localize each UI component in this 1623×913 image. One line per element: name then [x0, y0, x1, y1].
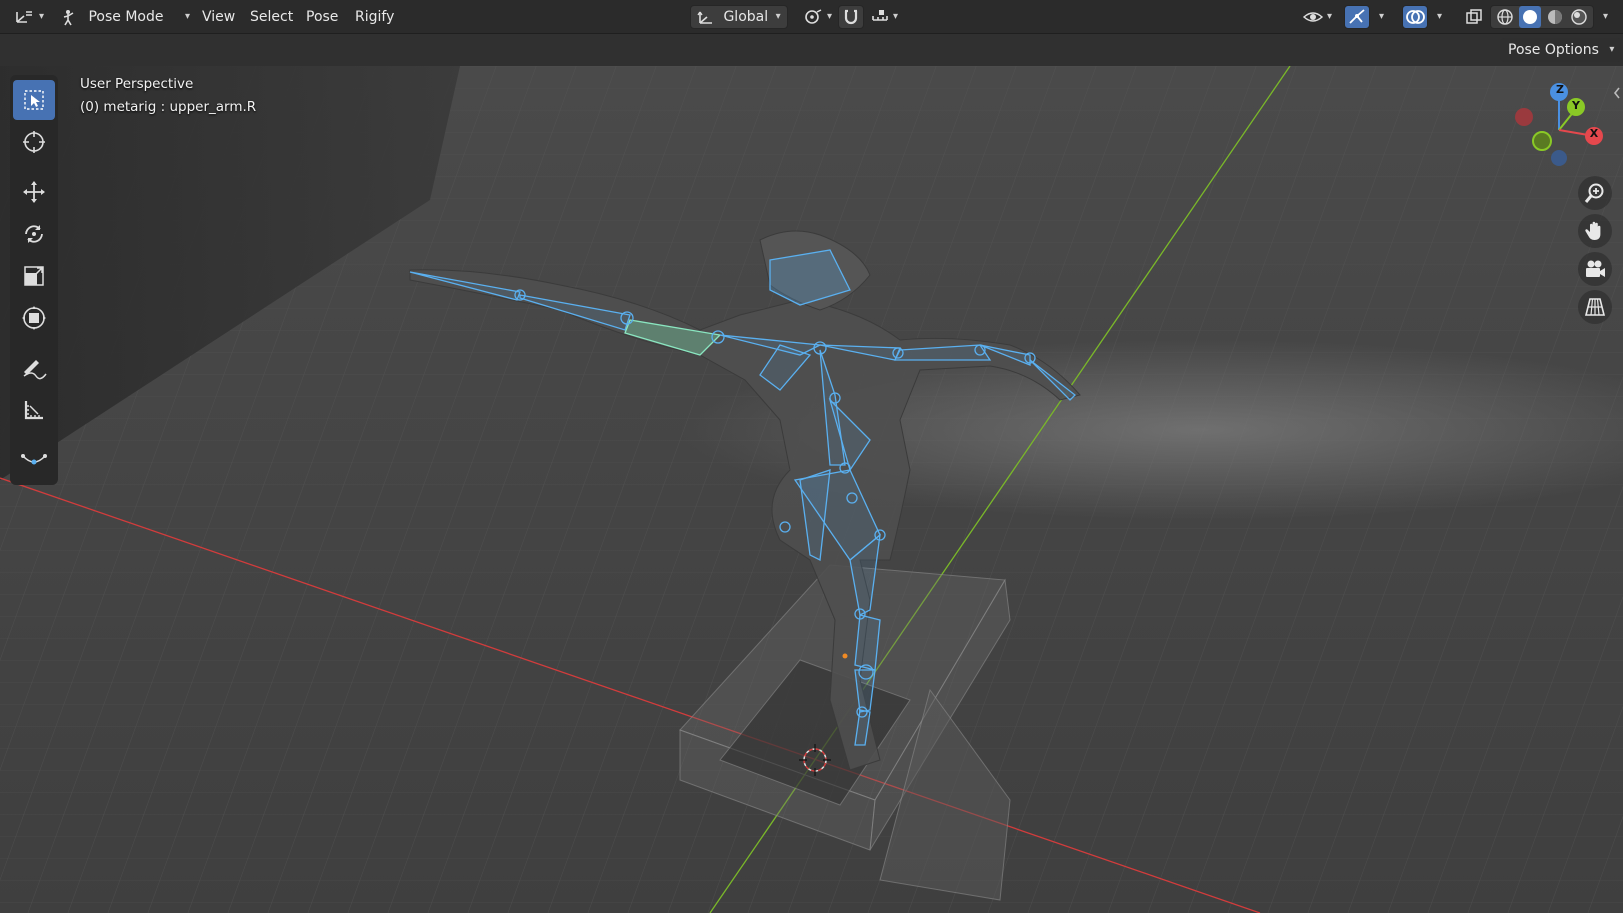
gizmo-z-label: Z: [1556, 83, 1564, 96]
menu-rigify[interactable]: Rigify: [349, 5, 400, 29]
overlay-toggle[interactable]: [1402, 5, 1428, 29]
wireframe-shading-icon[interactable]: [1495, 7, 1515, 27]
shading-dropdown[interactable]: ▾: [1594, 5, 1614, 29]
mode-label: Pose Mode: [88, 9, 164, 25]
shading-mode-group: [1490, 5, 1594, 29]
gizmo-neg-y[interactable]: [1532, 131, 1552, 151]
gizmo-neg-z[interactable]: [1551, 150, 1567, 166]
tool-scale[interactable]: [13, 256, 55, 296]
move-icon: [23, 181, 45, 203]
tool-cursor[interactable]: [13, 122, 55, 162]
view-name: User Perspective: [80, 76, 194, 92]
tool-annotate[interactable]: [13, 348, 55, 388]
eye-icon: [1302, 12, 1324, 22]
sidebar-toggle[interactable]: [1612, 86, 1622, 100]
snap-increment-icon: [872, 10, 888, 21]
pivot-point-icon: [805, 9, 822, 24]
active-object-label: (0) metarig : upper_arm.R: [80, 99, 257, 115]
orientation-gizmo-icon: [16, 11, 32, 23]
pose-options-dropdown[interactable]: Pose Options ▾: [1500, 38, 1623, 62]
tool-rotate[interactable]: [13, 214, 55, 254]
perspective-grid-icon: [1584, 298, 1606, 316]
pan-button[interactable]: [1578, 214, 1612, 248]
3d-viewport[interactable]: User Perspective (0) metarig : upper_arm…: [0, 66, 1623, 913]
camera-view-button[interactable]: [1578, 252, 1612, 286]
object-origin: [842, 653, 848, 659]
snap-toggle[interactable]: [838, 5, 864, 29]
menu-pose[interactable]: Pose: [300, 5, 344, 29]
transform-orientation-label: Global: [723, 9, 769, 25]
menu-select[interactable]: Select: [244, 5, 299, 29]
tool-move[interactable]: [13, 172, 55, 212]
pivot-point-button[interactable]: ▾: [798, 5, 838, 29]
transform-icon: [22, 306, 46, 330]
armature-pose-icon: [63, 10, 74, 26]
camera-icon: [1586, 260, 1605, 277]
scale-icon: [24, 266, 44, 286]
tool-measure[interactable]: [13, 390, 55, 430]
transform-orientation-icon: [697, 11, 712, 24]
overlay-dropdown[interactable]: ▾: [1428, 5, 1448, 29]
visibility-button[interactable]: ▾: [1296, 5, 1338, 29]
chevron-left-icon: [1613, 87, 1620, 99]
viewport-header: ▾ Pose Mode ▾ View Select Pose Rigify Gl…: [0, 0, 1623, 34]
tool-select-box[interactable]: [13, 80, 55, 120]
rotate-icon: [25, 225, 43, 243]
transform-orientation-selector[interactable]: Global ▾: [690, 5, 788, 29]
gizmo-toggle-icon: [1349, 9, 1365, 24]
rendered-shading-icon[interactable]: [1569, 7, 1589, 27]
solid-shading-button[interactable]: [1519, 6, 1541, 28]
tool-relax-pose[interactable]: [13, 440, 55, 480]
pan-hand-icon: [1585, 221, 1601, 240]
mode-selector[interactable]: Pose Mode ▾: [56, 5, 192, 29]
editor-type-button[interactable]: ▾: [8, 5, 50, 29]
zoom-button[interactable]: [1578, 176, 1612, 210]
gizmo-y-label: Y: [1572, 99, 1580, 112]
tool-shelf: [10, 75, 58, 485]
menu-view[interactable]: View: [196, 5, 241, 29]
tool-settings-bar: X Pose Options ▾: [0, 34, 1623, 95]
cursor-icon: [23, 131, 45, 153]
xray-toggle[interactable]: [1458, 5, 1490, 29]
relax-pose-icon: [21, 454, 47, 465]
viewport-scene: [0, 66, 1623, 913]
overlay-icon: [1406, 10, 1425, 24]
gizmo-dropdown[interactable]: ▾: [1370, 5, 1390, 29]
gizmo-x-label: X: [1589, 127, 1599, 140]
gizmo-neg-x[interactable]: [1515, 108, 1533, 126]
material-preview-icon[interactable]: [1545, 7, 1565, 27]
annotate-icon: [23, 360, 47, 380]
select-box-icon: [24, 90, 44, 110]
solid-shading-icon: [1523, 10, 1537, 24]
measure-icon: [24, 401, 43, 420]
snap-magnet-icon: [844, 9, 858, 25]
xray-toggle-icon: [1466, 9, 1482, 24]
tool-transform[interactable]: [13, 298, 55, 338]
pose-options-label: Pose Options: [1508, 42, 1599, 58]
gizmo-toggle[interactable]: [1344, 5, 1370, 29]
zoom-icon: [1584, 183, 1604, 203]
perspective-toggle-button[interactable]: [1578, 290, 1612, 324]
snap-target-button[interactable]: ▾: [864, 5, 904, 29]
